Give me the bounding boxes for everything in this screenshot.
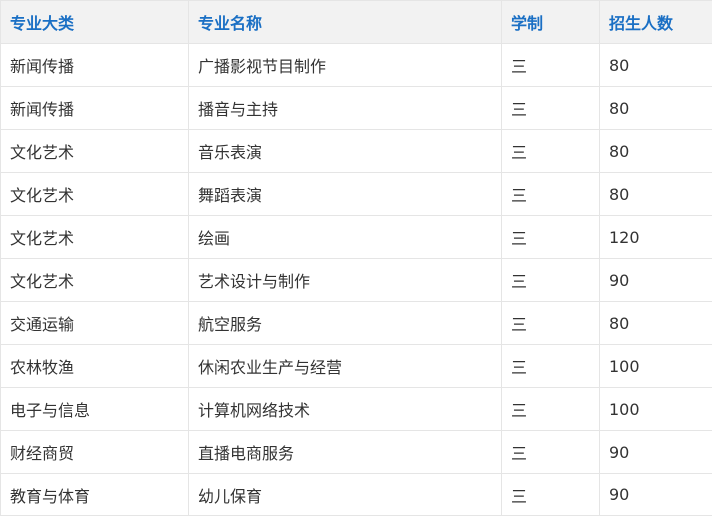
cell-duration: 三	[501, 473, 600, 516]
cell-category: 财经商贸	[0, 430, 189, 474]
table-row: 交通运输 航空服务 三 80	[0, 301, 712, 345]
cell-major-name: 计算机网络技术	[188, 387, 502, 431]
cell-enrollment-count: 80	[599, 129, 712, 173]
cell-duration: 三	[501, 172, 600, 216]
cell-duration: 三	[501, 43, 600, 87]
table-row: 新闻传播 广播影视节目制作 三 80	[0, 43, 712, 87]
cell-duration: 三	[501, 301, 600, 345]
cell-enrollment-count: 120	[599, 215, 712, 259]
enrollment-table: 专业大类 专业名称 学制 招生人数 新闻传播 广播影视节目制作 三 80 新闻传…	[0, 0, 712, 516]
table-header-row: 专业大类 专业名称 学制 招生人数	[0, 0, 712, 44]
cell-major-name: 绘画	[188, 215, 502, 259]
header-category: 专业大类	[0, 0, 189, 44]
cell-enrollment-count: 80	[599, 86, 712, 130]
cell-duration: 三	[501, 129, 600, 173]
table-row: 文化艺术 艺术设计与制作 三 90	[0, 258, 712, 302]
header-major-name: 专业名称	[188, 0, 502, 44]
cell-category: 交通运输	[0, 301, 189, 345]
header-duration: 学制	[501, 0, 600, 44]
cell-major-name: 休闲农业生产与经营	[188, 344, 502, 388]
cell-duration: 三	[501, 344, 600, 388]
cell-duration: 三	[501, 387, 600, 431]
cell-enrollment-count: 90	[599, 473, 712, 516]
cell-category: 文化艺术	[0, 215, 189, 259]
cell-category: 新闻传播	[0, 43, 189, 87]
cell-enrollment-count: 80	[599, 43, 712, 87]
cell-duration: 三	[501, 258, 600, 302]
cell-category: 文化艺术	[0, 258, 189, 302]
cell-major-name: 音乐表演	[188, 129, 502, 173]
cell-duration: 三	[501, 86, 600, 130]
cell-major-name: 播音与主持	[188, 86, 502, 130]
cell-major-name: 艺术设计与制作	[188, 258, 502, 302]
cell-enrollment-count: 100	[599, 344, 712, 388]
cell-major-name: 广播影视节目制作	[188, 43, 502, 87]
cell-enrollment-count: 90	[599, 258, 712, 302]
cell-category: 农林牧渔	[0, 344, 189, 388]
header-enrollment-count: 招生人数	[599, 0, 712, 44]
table-row: 文化艺术 音乐表演 三 80	[0, 129, 712, 173]
table-row: 农林牧渔 休闲农业生产与经营 三 100	[0, 344, 712, 388]
cell-major-name: 直播电商服务	[188, 430, 502, 474]
cell-duration: 三	[501, 430, 600, 474]
cell-enrollment-count: 80	[599, 172, 712, 216]
cell-major-name: 幼儿保育	[188, 473, 502, 516]
table-row: 教育与体育 幼儿保育 三 90	[0, 473, 712, 516]
cell-category: 电子与信息	[0, 387, 189, 431]
cell-category: 文化艺术	[0, 172, 189, 216]
cell-category: 文化艺术	[0, 129, 189, 173]
cell-category: 新闻传播	[0, 86, 189, 130]
cell-major-name: 舞蹈表演	[188, 172, 502, 216]
cell-category: 教育与体育	[0, 473, 189, 516]
table-row: 财经商贸 直播电商服务 三 90	[0, 430, 712, 474]
cell-duration: 三	[501, 215, 600, 259]
table-row: 新闻传播 播音与主持 三 80	[0, 86, 712, 130]
cell-enrollment-count: 80	[599, 301, 712, 345]
table-row: 文化艺术 绘画 三 120	[0, 215, 712, 259]
cell-enrollment-count: 100	[599, 387, 712, 431]
table-row: 文化艺术 舞蹈表演 三 80	[0, 172, 712, 216]
table-row: 电子与信息 计算机网络技术 三 100	[0, 387, 712, 431]
cell-major-name: 航空服务	[188, 301, 502, 345]
cell-enrollment-count: 90	[599, 430, 712, 474]
